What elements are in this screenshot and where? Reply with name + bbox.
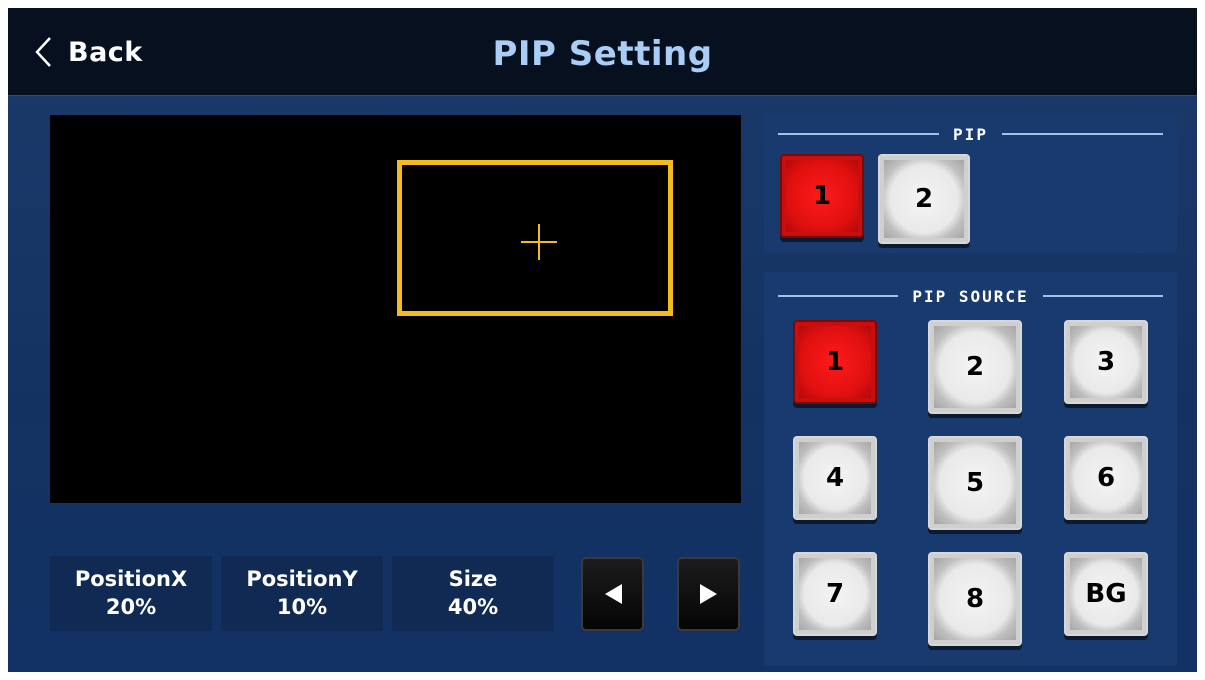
- triangle-right-icon: [699, 584, 717, 604]
- pip-panel-title: PIP: [953, 124, 988, 144]
- source-5-button[interactable]: 5: [928, 436, 1022, 530]
- source-bg-button[interactable]: BG: [1064, 552, 1148, 636]
- pip-2-button[interactable]: 2: [878, 154, 970, 244]
- source-7-label: 7: [825, 579, 845, 609]
- pip-1-button[interactable]: 1: [780, 154, 864, 238]
- size-readout[interactable]: Size 40%: [392, 556, 554, 631]
- pip-preview[interactable]: [50, 115, 741, 503]
- divider: [1042, 295, 1164, 297]
- divider: [1001, 133, 1163, 135]
- source-2-label: 2: [965, 352, 985, 382]
- source-8-button[interactable]: 8: [928, 552, 1022, 646]
- position-x-readout[interactable]: PositionX 20%: [50, 556, 212, 631]
- source-2-button[interactable]: 2: [928, 320, 1022, 414]
- source-bg-label: BG: [1085, 579, 1127, 609]
- size-label: Size: [448, 567, 498, 591]
- pip-setting-screen: Back PIP Setting PositionX 20% PositionY…: [8, 8, 1197, 672]
- pip-1-label: 1: [812, 181, 832, 211]
- size-value: 40%: [447, 595, 499, 619]
- triangle-left-icon: [604, 584, 622, 604]
- pip-source-panel: PIP SOURCE 1 2 3 4 5 6 7 8 BG: [764, 272, 1177, 666]
- crosshair-icon: [521, 224, 557, 260]
- pip-panel-header: PIP: [778, 124, 1163, 144]
- position-y-readout[interactable]: PositionY 10%: [221, 556, 383, 631]
- position-y-value: 10%: [276, 595, 328, 619]
- source-6-label: 6: [1096, 463, 1116, 493]
- divider: [778, 295, 899, 297]
- source-5-label: 5: [965, 468, 985, 498]
- position-x-label: PositionX: [74, 567, 188, 591]
- source-7-button[interactable]: 7: [793, 552, 877, 636]
- source-1-label: 1: [825, 347, 845, 377]
- source-4-button[interactable]: 4: [793, 436, 877, 520]
- pip-select-panel: PIP 1 2: [764, 114, 1177, 253]
- source-6-button[interactable]: 6: [1064, 436, 1148, 520]
- source-4-label: 4: [825, 463, 845, 493]
- source-8-label: 8: [965, 584, 985, 614]
- pip-source-header: PIP SOURCE: [778, 286, 1164, 306]
- position-y-label: PositionY: [246, 567, 358, 591]
- source-3-label: 3: [1096, 347, 1116, 377]
- divider: [778, 133, 940, 135]
- page-title: PIP Setting: [492, 34, 713, 74]
- top-bar: Back PIP Setting: [8, 8, 1197, 96]
- source-1-button[interactable]: 1: [793, 320, 877, 404]
- pip-source-title: PIP SOURCE: [912, 286, 1029, 306]
- decrease-button[interactable]: [581, 557, 644, 631]
- position-x-value: 20%: [105, 595, 157, 619]
- pip-2-label: 2: [914, 184, 934, 214]
- pip-window-frame[interactable]: [397, 160, 673, 316]
- increase-button[interactable]: [677, 557, 740, 631]
- source-3-button[interactable]: 3: [1064, 320, 1148, 404]
